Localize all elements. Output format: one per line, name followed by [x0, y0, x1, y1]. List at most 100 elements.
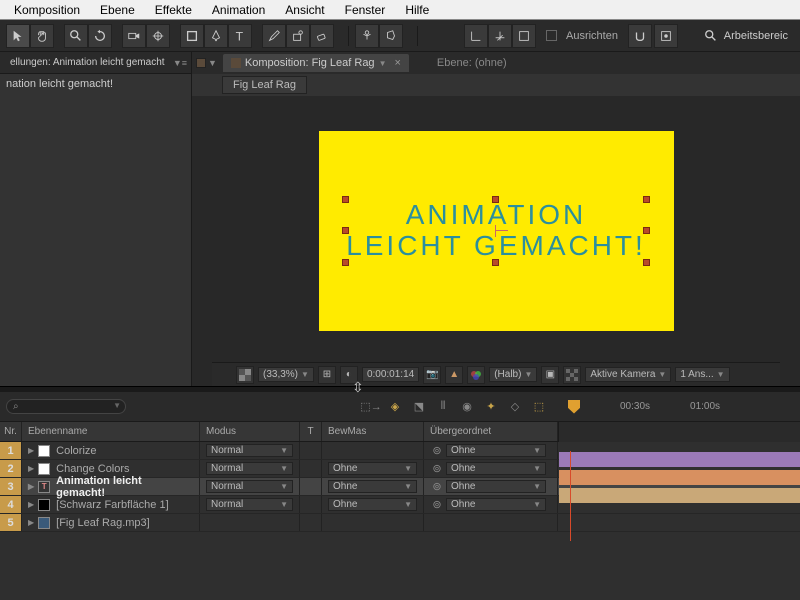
twirl-icon[interactable]: ▶ [28, 482, 34, 491]
flowchart-dropdown[interactable]: ▼ [208, 58, 217, 68]
layer-bar[interactable] [559, 452, 800, 467]
menu-effekte[interactable]: Effekte [145, 1, 202, 19]
handle-top-left[interactable] [342, 196, 349, 203]
workspace-selector[interactable]: Arbeitsbereic [704, 29, 794, 43]
transparency-grid-icon[interactable] [563, 366, 581, 384]
comp-tab-active[interactable]: Komposition: Fig Leaf Rag ▼ × [223, 54, 409, 72]
axis-world[interactable] [488, 24, 512, 48]
eraser-tool[interactable] [310, 24, 334, 48]
trkmat-dropdown[interactable]: Ohne▼ [328, 498, 417, 511]
hand-tool[interactable] [30, 24, 54, 48]
handle-bot-right[interactable] [643, 259, 650, 266]
trkmat-dropdown[interactable]: Ohne▼ [328, 462, 417, 475]
text-layer-selection[interactable]: ANIMATION LEICHT GEMACHT! [346, 200, 646, 262]
zoom-tool[interactable] [64, 24, 88, 48]
camera-dropdown[interactable]: Aktive Kamera▼ [585, 367, 671, 382]
parent-dropdown[interactable]: Ohne▼ [446, 498, 546, 511]
twirl-icon[interactable]: ▶ [28, 518, 34, 527]
graph-editor-icon[interactable]: ⬚ [530, 398, 548, 416]
align-checkbox[interactable] [546, 30, 557, 41]
cti-line[interactable] [570, 451, 571, 541]
zoom-dropdown[interactable]: (33,3%)▼ [258, 367, 314, 382]
rotate-tool[interactable] [88, 24, 112, 48]
menu-ansicht[interactable]: Ansicht [275, 1, 334, 19]
panel-menu-icon[interactable]: ▼≡ [173, 58, 187, 68]
col-t[interactable]: T [300, 422, 322, 441]
layer-bar[interactable] [559, 470, 800, 485]
mode-dropdown[interactable]: Normal▼ [206, 462, 293, 475]
resolution-dropdown[interactable]: (Halb)▼ [489, 367, 537, 382]
color-mgmt-icon[interactable] [467, 366, 485, 384]
channel-icon[interactable]: ▲ [445, 366, 463, 384]
col-mode[interactable]: Modus [200, 422, 300, 441]
pickwhip-icon[interactable]: ⊚ [430, 498, 444, 511]
layer-row[interactable]: 1 ▶Colorize Normal▼ ⊚Ohne▼ [0, 442, 800, 460]
twirl-icon[interactable]: ▶ [28, 446, 34, 455]
parent-dropdown[interactable]: Ohne▼ [446, 444, 546, 457]
clone-tool[interactable] [286, 24, 310, 48]
canvas[interactable]: ANIMATION LEICHT GEMACHT! [319, 131, 674, 331]
pickwhip-icon[interactable]: ⊚ [430, 462, 444, 475]
handle-top-right[interactable] [643, 196, 650, 203]
handle-mid-right[interactable] [643, 227, 650, 234]
layer-name[interactable]: ▶[Fig Leaf Rag.mp3] [22, 514, 200, 531]
handle-bot-left[interactable] [342, 259, 349, 266]
layer-name[interactable]: ▶[Schwarz Farbfläche 1] [22, 496, 200, 513]
trkmat-dropdown[interactable]: Ohne▼ [328, 480, 417, 493]
pen-tool[interactable] [204, 24, 228, 48]
anchor-tool[interactable] [146, 24, 170, 48]
motion-blur-icon[interactable]: ◉ [458, 398, 476, 416]
twirl-icon[interactable]: ▶ [28, 464, 34, 473]
col-name[interactable]: Ebenenname [22, 422, 200, 441]
timecode-display[interactable]: 0:00:01:14 [362, 367, 419, 382]
rect-tool[interactable] [180, 24, 204, 48]
comp-flowchart-icon[interactable]: ⬚→ [362, 398, 380, 416]
menu-komposition[interactable]: Komposition [4, 1, 90, 19]
effects-tab[interactable]: ellungen: Animation leicht gemacht [4, 54, 171, 71]
roto-tool[interactable] [379, 24, 403, 48]
menu-ebene[interactable]: Ebene [90, 1, 145, 19]
puppet-tool[interactable] [355, 24, 379, 48]
camera-tool[interactable] [122, 24, 146, 48]
selection-tool[interactable] [6, 24, 30, 48]
layer-tab[interactable]: Ebene: (ohne) [429, 54, 515, 72]
snap-tool[interactable] [628, 24, 652, 48]
snap-edge-tool[interactable] [654, 24, 678, 48]
parent-dropdown[interactable]: Ohne▼ [446, 480, 546, 493]
layer-search-input[interactable]: ⌕▼ [6, 399, 126, 414]
menu-fenster[interactable]: Fenster [335, 1, 396, 19]
col-nr[interactable]: Nr. [0, 422, 22, 441]
col-parent[interactable]: Übergeordnet [424, 422, 558, 441]
handle-bot-mid[interactable] [492, 259, 499, 266]
pickwhip-icon[interactable]: ⊚ [430, 444, 444, 457]
close-tab-icon[interactable]: × [394, 57, 400, 69]
time-ruler[interactable]: 00:30s 01:00s [554, 400, 794, 414]
mode-dropdown[interactable]: Normal▼ [206, 444, 293, 457]
draft3d-icon[interactable]: ◈ [386, 398, 404, 416]
pickwhip-icon[interactable]: ⊚ [430, 480, 444, 493]
frame-blend-icon[interactable]: ⫴ [434, 398, 452, 416]
mode-dropdown[interactable]: Normal▼ [206, 498, 293, 511]
roi-icon[interactable]: ▣ [541, 366, 559, 384]
flowchart-icon[interactable] [196, 58, 206, 68]
brainstorm-icon[interactable]: ✦ [482, 398, 500, 416]
snapshot-icon[interactable]: 📷 [423, 366, 441, 384]
panel-divider[interactable]: ⇳ [0, 386, 800, 392]
axis-view[interactable] [512, 24, 536, 48]
breadcrumb-item[interactable]: Fig Leaf Rag [222, 76, 307, 94]
layer-bar[interactable] [559, 488, 800, 503]
layer-name[interactable]: ▶TAnimation leicht gemacht! [22, 478, 200, 495]
text-tool[interactable]: T [228, 24, 252, 48]
mode-dropdown[interactable]: Normal▼ [206, 480, 293, 493]
composition-viewer[interactable]: ANIMATION LEICHT GEMACHT! [212, 102, 780, 360]
col-trkmat[interactable]: BewMas [322, 422, 424, 441]
hide-shy-icon[interactable]: ⬔ [410, 398, 428, 416]
cti-playhead[interactable] [568, 400, 580, 414]
grid-icon[interactable]: ⊞ [318, 366, 336, 384]
alpha-toggle-icon[interactable] [236, 366, 254, 384]
parent-dropdown[interactable]: Ohne▼ [446, 462, 546, 475]
handle-top-mid[interactable] [492, 196, 499, 203]
twirl-icon[interactable]: ▶ [28, 500, 34, 509]
brush-tool[interactable] [262, 24, 286, 48]
menu-animation[interactable]: Animation [202, 1, 275, 19]
